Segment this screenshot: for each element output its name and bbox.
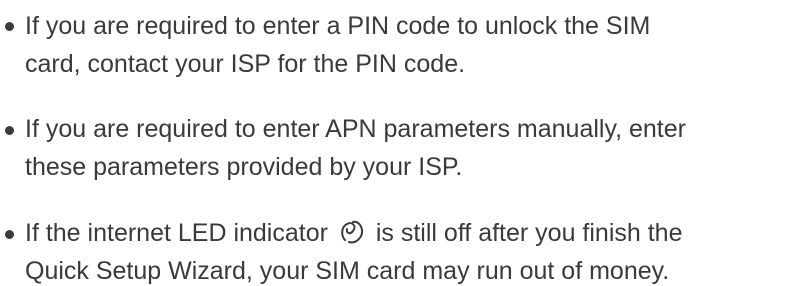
notes-list: If you are required to enter a PIN code … <box>0 0 785 285</box>
note-line: card, contact your ISP for the PIN code. <box>25 50 466 78</box>
note-text: is still off after you finish the <box>375 219 683 247</box>
note-line: If the internet LED indicator is still o… <box>25 218 683 253</box>
bullet-dot <box>5 22 14 31</box>
note-line: If you are required to enter APN paramet… <box>25 115 686 143</box>
bullet-dot <box>5 126 14 135</box>
note-line: If you are required to enter a PIN code … <box>25 12 651 40</box>
note-line: Quick Setup Wizard, your SIM card may ru… <box>25 257 670 285</box>
note-text: If the internet LED indicator <box>25 219 328 247</box>
bullet-dot <box>5 230 14 239</box>
note-line: these parameters provided by your ISP. <box>25 153 463 181</box>
internet-led-icon <box>337 218 367 253</box>
